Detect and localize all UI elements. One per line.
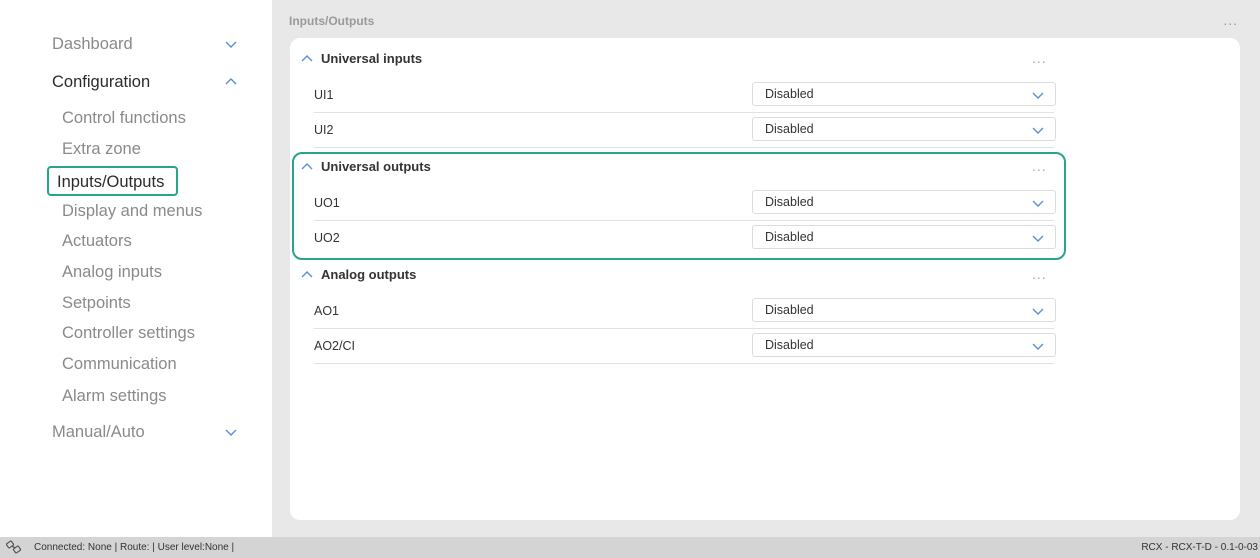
section-header-universal-outputs[interactable]: Universal outputs ...	[300, 156, 1060, 180]
table-row: UO1 Disabled	[314, 186, 1056, 221]
uo2-select[interactable]: Disabled	[752, 225, 1056, 249]
table-row: UI2 Disabled	[314, 113, 1056, 148]
row-label: UO2	[314, 231, 340, 245]
section-title: Universal inputs	[321, 51, 423, 66]
select-value: Disabled	[765, 195, 814, 209]
content-panel: Universal inputs ... UI1 Disabled UI2 Di…	[290, 38, 1240, 520]
chevron-down-icon	[1031, 231, 1045, 245]
section-header-analog-outputs[interactable]: Analog outputs ...	[300, 264, 1060, 288]
sidebar-item-display-and-menus[interactable]: Display and menus	[62, 199, 202, 223]
connection-icon	[5, 540, 22, 554]
row-label: AO1	[314, 304, 340, 318]
version-text: RCX - RCX-T-D - 0.1-0-03	[1141, 542, 1258, 553]
uo1-select[interactable]: Disabled	[752, 190, 1056, 214]
ao2-ci-select[interactable]: Disabled	[752, 333, 1056, 357]
select-value: Disabled	[765, 87, 814, 101]
table-row: UO2 Disabled	[314, 221, 1056, 255]
sidebar-item-control-functions[interactable]: Control functions	[62, 106, 186, 130]
section-title: Universal outputs	[321, 159, 431, 174]
chevron-up-icon[interactable]	[300, 268, 314, 282]
sidebar-item-analog-inputs[interactable]: Analog inputs	[62, 260, 162, 284]
ao1-select[interactable]: Disabled	[752, 298, 1056, 322]
chevron-down-icon	[1031, 123, 1045, 137]
chevron-down-icon[interactable]	[224, 425, 238, 439]
page-more-menu-button[interactable]: ...	[1223, 12, 1238, 28]
chevron-down-icon	[1031, 88, 1045, 102]
row-label: UI2	[314, 123, 334, 137]
sidebar-item-communication[interactable]: Communication	[62, 352, 177, 376]
sidebar-item-alarm-settings[interactable]: Alarm settings	[62, 384, 167, 408]
connection-status-text: Connected: None | Route: | User level:No…	[34, 542, 235, 553]
section-header-universal-inputs[interactable]: Universal inputs ...	[300, 48, 1060, 72]
row-label: UI1	[314, 88, 334, 102]
main-area: Inputs/Outputs ... Universal inputs ... …	[272, 0, 1260, 537]
section-title: Analog outputs	[321, 267, 417, 282]
status-bar: Connected: None | Route: | User level:No…	[0, 537, 1260, 558]
select-value: Disabled	[765, 303, 814, 317]
ui1-select[interactable]: Disabled	[752, 82, 1056, 106]
chevron-down-icon	[1031, 304, 1045, 318]
sidebar-item-configuration[interactable]: Configuration	[52, 70, 150, 94]
section-more-button[interactable]: ...	[1032, 158, 1047, 174]
section-more-button[interactable]: ...	[1032, 50, 1047, 66]
chevron-up-icon[interactable]	[224, 75, 238, 89]
row-label: AO2/CI	[314, 339, 355, 353]
sidebar: Dashboard Configuration Control function…	[0, 0, 272, 537]
chevron-down-icon	[1031, 196, 1045, 210]
chevron-up-icon[interactable]	[300, 52, 314, 66]
sidebar-item-manual-auto[interactable]: Manual/Auto	[52, 420, 145, 444]
sidebar-item-extra-zone[interactable]: Extra zone	[62, 137, 141, 161]
sidebar-item-actuators[interactable]: Actuators	[62, 229, 132, 253]
ui2-select[interactable]: Disabled	[752, 117, 1056, 141]
select-value: Disabled	[765, 122, 814, 136]
sidebar-item-dashboard[interactable]: Dashboard	[52, 32, 133, 56]
chevron-down-icon[interactable]	[224, 37, 238, 51]
section-more-button[interactable]: ...	[1032, 266, 1047, 282]
select-value: Disabled	[765, 230, 814, 244]
page-title: Inputs/Outputs	[289, 14, 375, 28]
select-value: Disabled	[765, 338, 814, 352]
chevron-down-icon	[1031, 339, 1045, 353]
sidebar-item-controller-settings[interactable]: Controller settings	[62, 321, 195, 345]
row-label: UO1	[314, 196, 340, 210]
table-row: AO1 Disabled	[314, 294, 1056, 329]
table-row: UI1 Disabled	[314, 78, 1056, 113]
sidebar-item-inputs-outputs[interactable]: Inputs/Outputs	[47, 166, 179, 196]
sidebar-item-setpoints[interactable]: Setpoints	[62, 291, 131, 315]
chevron-up-icon[interactable]	[300, 160, 314, 174]
table-row: AO2/CI Disabled	[314, 329, 1056, 364]
